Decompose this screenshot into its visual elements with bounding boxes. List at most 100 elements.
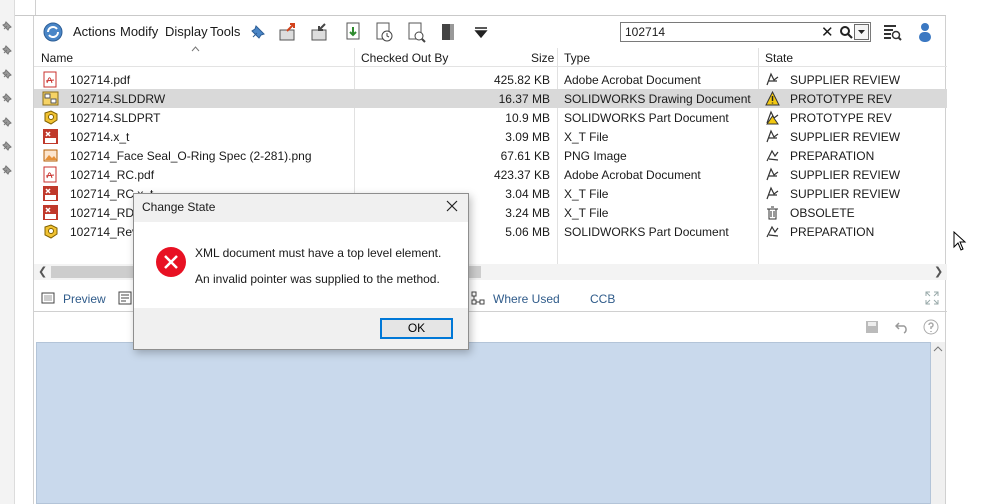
file-row[interactable]: 102714_RC.pdf 423.37 KB Adobe Acrobat Do… [34, 165, 947, 184]
sldprt-icon [44, 110, 58, 125]
check-out-icon[interactable] [277, 21, 299, 43]
dialog-title: Change State [142, 200, 216, 214]
file-row[interactable]: 102714.SLDDRW 16.37 MB SOLIDWORKS Drawin… [34, 89, 947, 108]
file-state: SUPPLIER REVIEW [790, 168, 901, 182]
trash-state-icon [767, 206, 778, 220]
user-icon[interactable] [914, 21, 936, 43]
search-value: 102714 [625, 25, 666, 39]
file-name: 102714.SLDDRW [70, 92, 166, 106]
search-document-icon[interactable] [405, 21, 427, 43]
help-icon[interactable] [923, 319, 939, 335]
get-latest-icon[interactable] [342, 21, 364, 43]
file-state: SUPPLIER REVIEW [790, 130, 901, 144]
toolbar-overflow-icon[interactable] [470, 21, 492, 43]
refresh-icon[interactable] [42, 21, 64, 43]
sldprt-icon [44, 224, 58, 239]
top-frame-strip [15, 0, 946, 16]
where-used-icon [471, 291, 485, 305]
file-state: SUPPLIER REVIEW [790, 187, 901, 201]
search-results-icon[interactable] [881, 21, 903, 43]
file-size: 423.37 KB [493, 168, 550, 182]
sort-ascending-icon [191, 46, 200, 52]
file-state: OBSOLETE [790, 206, 855, 220]
check-in-icon[interactable] [309, 21, 331, 43]
pin-icon[interactable] [1, 140, 13, 152]
file-row[interactable]: 102714.x_t 3.09 MB X_T File SUPPLIER REV… [34, 127, 947, 146]
review-state-icon [766, 129, 779, 143]
file-size: 3.09 MB [505, 130, 550, 144]
close-icon[interactable] [444, 198, 460, 214]
menu-display[interactable]: Display [165, 24, 208, 39]
column-state[interactable]: State [765, 51, 793, 65]
menu-tools[interactable]: Tools [210, 24, 240, 39]
file-name: 102714_RC.pdf [70, 168, 155, 182]
save-icon[interactable] [865, 320, 879, 334]
search-input[interactable]: 102714 ✕ [620, 22, 871, 42]
file-type: X_T File [564, 206, 609, 220]
preview-icon [41, 292, 55, 304]
file-name: 102714_Face Seal_O-Ring Spec (2-281).png [70, 149, 312, 163]
column-checked-out-by[interactable]: Checked Out By [361, 51, 448, 65]
pdf-icon [43, 166, 57, 183]
menu-actions[interactable]: Actions [73, 24, 116, 39]
preview-area [36, 342, 931, 504]
undo-icon[interactable] [895, 320, 909, 334]
file-row[interactable]: 102714.SLDPRT 10.9 MB SOLIDWORKS Part Do… [34, 108, 947, 127]
clear-search-icon[interactable]: ✕ [821, 23, 834, 41]
change-state-dialog: Change State XML document must have a to… [133, 193, 469, 350]
datacard-icon[interactable] [118, 291, 132, 305]
scroll-left-icon[interactable]: ❮ [38, 265, 47, 278]
menu-modify[interactable]: Modify [120, 24, 158, 39]
column-name[interactable]: Name [41, 51, 73, 65]
error-icon [156, 247, 186, 277]
pin-icon[interactable] [1, 116, 13, 128]
pdf-icon [43, 71, 57, 88]
tab-ccb[interactable]: CCB [590, 292, 615, 306]
file-state: PROTOTYPE REV [790, 92, 892, 106]
scroll-right-icon[interactable]: ❯ [934, 265, 943, 278]
review-state-icon [766, 186, 779, 200]
mouse-cursor-icon [953, 231, 967, 251]
pin-icon[interactable] [1, 20, 13, 32]
preview-vertical-scrollbar[interactable] [931, 342, 945, 504]
open-file-icon[interactable] [437, 21, 459, 43]
prototype-state-icon [766, 110, 779, 125]
warning-state-icon [765, 91, 780, 106]
pin-icon[interactable] [1, 68, 13, 80]
png-icon [43, 149, 58, 162]
file-name: 102714.pdf [70, 73, 131, 87]
file-size: 5.06 MB [505, 225, 550, 239]
file-type: PNG Image [564, 149, 627, 163]
file-type: X_T File [564, 130, 609, 144]
xt-2022-icon [43, 186, 58, 201]
file-row[interactable]: 102714_Face Seal_O-Ring Spec (2-281).png… [34, 146, 947, 165]
search-icon[interactable] [839, 25, 853, 39]
column-type[interactable]: Type [564, 51, 590, 65]
file-size: 16.37 MB [498, 92, 550, 106]
file-row[interactable]: 102714.pdf 425.82 KB Adobe Acrobat Docum… [34, 70, 947, 89]
xt-2022-icon [43, 129, 58, 144]
file-type: SOLIDWORKS Drawing Document [564, 92, 751, 106]
slddrw-icon [42, 91, 59, 106]
column-size[interactable]: Size [531, 51, 554, 65]
file-list-header: Name Checked Out By Size Type State [34, 46, 947, 67]
file-type: SOLIDWORKS Part Document [564, 111, 729, 125]
search-dropdown-button[interactable] [854, 24, 869, 40]
pin-toolbar-icon[interactable] [247, 21, 269, 43]
ok-button[interactable]: OK [380, 318, 453, 339]
tab-preview[interactable]: Preview [63, 292, 106, 306]
file-name: 102714.SLDPRT [70, 111, 161, 125]
pin-icon[interactable] [1, 44, 13, 56]
history-icon[interactable] [373, 21, 395, 43]
file-state: PREPARATION [790, 225, 875, 239]
scroll-up-icon[interactable] [933, 345, 943, 353]
tab-where-used[interactable]: Where Used [493, 292, 560, 306]
file-size: 10.9 MB [505, 111, 550, 125]
dialog-message-primary: XML document must have a top level eleme… [195, 246, 442, 260]
pin-icon[interactable] [1, 164, 13, 176]
file-type: Adobe Acrobat Document [564, 73, 701, 87]
pin-icon[interactable] [1, 92, 13, 104]
dialog-message-secondary: An invalid pointer was supplied to the m… [195, 272, 440, 286]
chevron-down-icon [858, 30, 865, 34]
expand-icon[interactable] [925, 291, 939, 305]
